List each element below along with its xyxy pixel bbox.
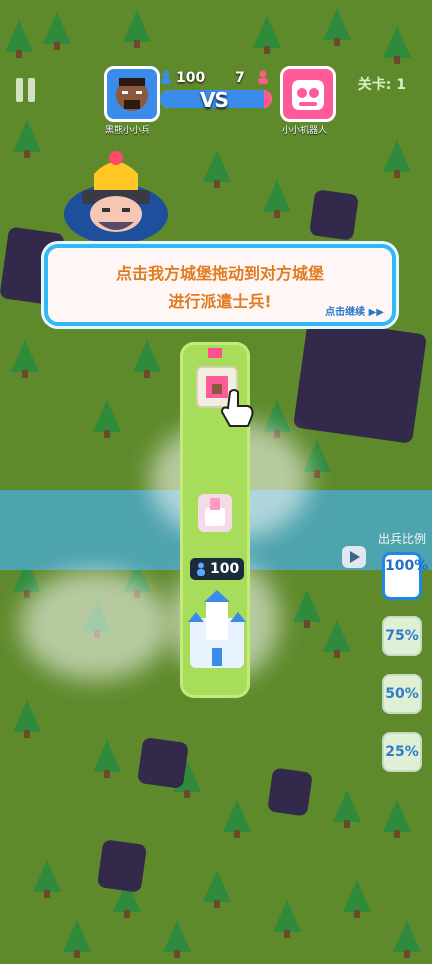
rock	[96, 839, 148, 893]
rock	[292, 318, 428, 444]
rock	[309, 189, 359, 241]
person-icon	[161, 70, 171, 84]
pause-button[interactable]	[16, 78, 36, 102]
knight-guide-character	[58, 150, 174, 246]
top-hud: 黑熊小小兵 小小机器人 100 7 VS 关卡: 1	[0, 0, 432, 140]
fog	[20, 570, 170, 680]
player-avatar	[104, 66, 160, 122]
tree	[200, 870, 234, 910]
tree	[130, 340, 164, 380]
tree	[90, 400, 124, 440]
tree	[340, 880, 374, 920]
pause-icon	[16, 78, 23, 102]
ratio-title: 出兵比例	[378, 532, 427, 546]
tree	[10, 700, 44, 740]
send-ratio-panel: 出兵比例 100% 75% 50% 25%	[368, 530, 430, 772]
continue-link[interactable]: 点击继续 ▶▶	[325, 303, 384, 318]
tree	[270, 900, 304, 940]
player-castle[interactable]	[186, 588, 248, 678]
person-icon	[258, 70, 268, 84]
neutral-tower[interactable]	[198, 494, 232, 532]
enemy-score: 7	[235, 70, 245, 86]
tree	[290, 590, 324, 630]
person-icon	[197, 562, 205, 576]
tree	[380, 800, 414, 840]
ratio-option-50[interactable]: 50%	[382, 674, 422, 714]
tree	[30, 860, 64, 900]
enemy-avatar	[280, 66, 336, 122]
vs-label: VS	[200, 88, 229, 112]
tree	[8, 340, 42, 380]
own-troop-count: 100	[190, 558, 244, 580]
tree	[160, 920, 194, 960]
rock	[137, 737, 189, 789]
tree	[200, 150, 234, 190]
level-label: 关卡: 1	[357, 77, 406, 93]
tree	[220, 800, 254, 840]
tree	[380, 140, 414, 180]
tree	[260, 180, 294, 220]
tree	[320, 620, 354, 660]
ratio-option-75[interactable]: 75%	[382, 616, 422, 656]
enemy-flag	[208, 348, 222, 358]
player-score: 100	[176, 70, 206, 86]
tree	[390, 920, 424, 960]
rock	[267, 767, 313, 817]
ratio-option-25[interactable]: 25%	[382, 732, 422, 772]
tree	[330, 790, 364, 830]
ratio-option-100[interactable]: 100%	[382, 552, 428, 600]
player-name: 黑熊小小兵	[105, 126, 151, 136]
pointer-hand-icon	[220, 388, 254, 428]
tutorial-line-1: 点击我方城堡拖动到对方城堡	[115, 264, 324, 283]
enemy-name: 小小机器人	[282, 126, 328, 136]
play-icon[interactable]	[342, 546, 366, 568]
tree	[60, 920, 94, 960]
tree	[90, 740, 124, 780]
tutorial-bubble[interactable]: 点击我方城堡拖动到对方城堡 进行派遣士兵! 点击继续 ▶▶	[44, 244, 396, 326]
